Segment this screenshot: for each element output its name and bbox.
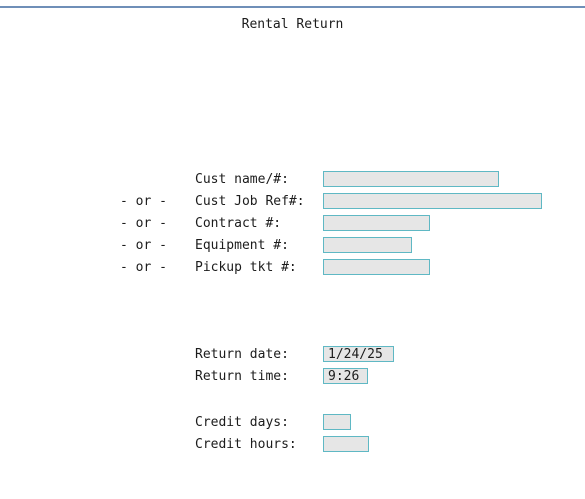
return-time-field[interactable] xyxy=(323,368,368,384)
cust-job-ref-field[interactable] xyxy=(323,193,542,209)
credit-days-label: Credit days: xyxy=(195,415,289,430)
credit-hours-field[interactable] xyxy=(323,436,369,452)
or-separator-1: - or - xyxy=(120,194,167,209)
cust-name-field[interactable] xyxy=(323,171,499,187)
contract-field[interactable] xyxy=(323,215,430,231)
or-separator-2: - or - xyxy=(120,216,167,231)
cust-name-label: Cust name/#: xyxy=(195,172,289,187)
pickup-tkt-field[interactable] xyxy=(323,259,430,275)
equipment-field[interactable] xyxy=(323,237,412,253)
return-date-field[interactable] xyxy=(323,346,394,362)
credit-days-field[interactable] xyxy=(323,414,351,430)
equipment-label: Equipment #: xyxy=(195,238,289,253)
cust-job-ref-label: Cust Job Ref#: xyxy=(195,194,305,209)
or-separator-4: - or - xyxy=(120,260,167,275)
return-time-label: Return time: xyxy=(195,369,289,384)
top-border xyxy=(0,6,585,8)
credit-hours-label: Credit hours: xyxy=(195,437,297,452)
screen-title: Rental Return xyxy=(241,17,344,32)
return-date-label: Return date: xyxy=(195,347,289,362)
or-separator-3: - or - xyxy=(120,238,167,253)
contract-label: Contract #: xyxy=(195,216,282,231)
pickup-tkt-label: Pickup tkt #: xyxy=(195,260,297,275)
